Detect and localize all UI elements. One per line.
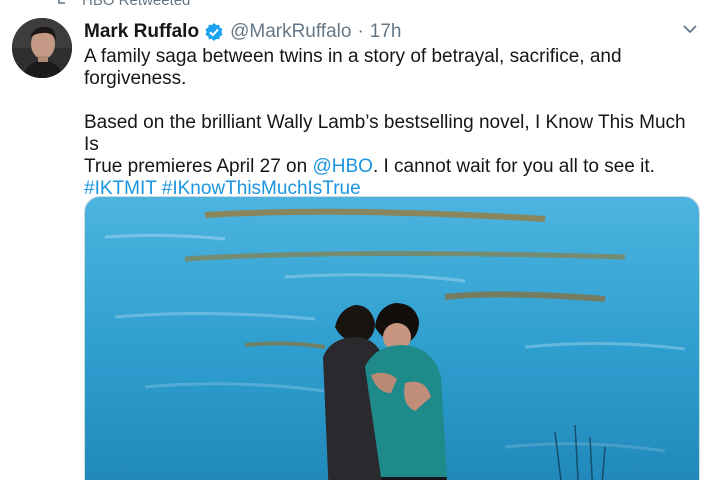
verified-badge-icon xyxy=(204,22,224,42)
avatar-image xyxy=(12,18,72,78)
tweet-line: A family saga between twins in a story o… xyxy=(84,46,622,67)
tweet-header: Mark Ruffalo @MarkRuffalo · 17h xyxy=(84,20,401,44)
tweet-timestamp[interactable]: 17h xyxy=(370,21,402,43)
tweet-line: forgiveness. xyxy=(84,68,187,89)
tweet-text-span: . I cannot wait for you all to see it. xyxy=(372,156,655,177)
retweet-context-text: HBO Retweeted xyxy=(82,0,191,9)
tweet-text-span: True premieres April 27 on xyxy=(84,156,313,177)
tweet-text: A family saga between twins in a story o… xyxy=(84,46,694,200)
tweet-line: Based on the brilliant Wally Lamb’s best… xyxy=(84,112,686,155)
avatar[interactable] xyxy=(12,18,72,78)
photo-twins-in-lake xyxy=(85,197,699,480)
retweet-icon xyxy=(56,0,74,7)
mention-link[interactable]: @HBO xyxy=(312,156,372,177)
tweet-line: True premieres April 27 on @HBO. I canno… xyxy=(84,156,694,178)
retweet-context[interactable]: HBO Retweeted xyxy=(56,0,190,9)
tweet-media-image[interactable] xyxy=(84,196,700,480)
author-handle[interactable]: @MarkRuffalo xyxy=(230,21,351,43)
author-name[interactable]: Mark Ruffalo xyxy=(84,21,199,43)
chevron-down-icon[interactable] xyxy=(680,22,700,36)
separator-dot: · xyxy=(357,21,364,42)
